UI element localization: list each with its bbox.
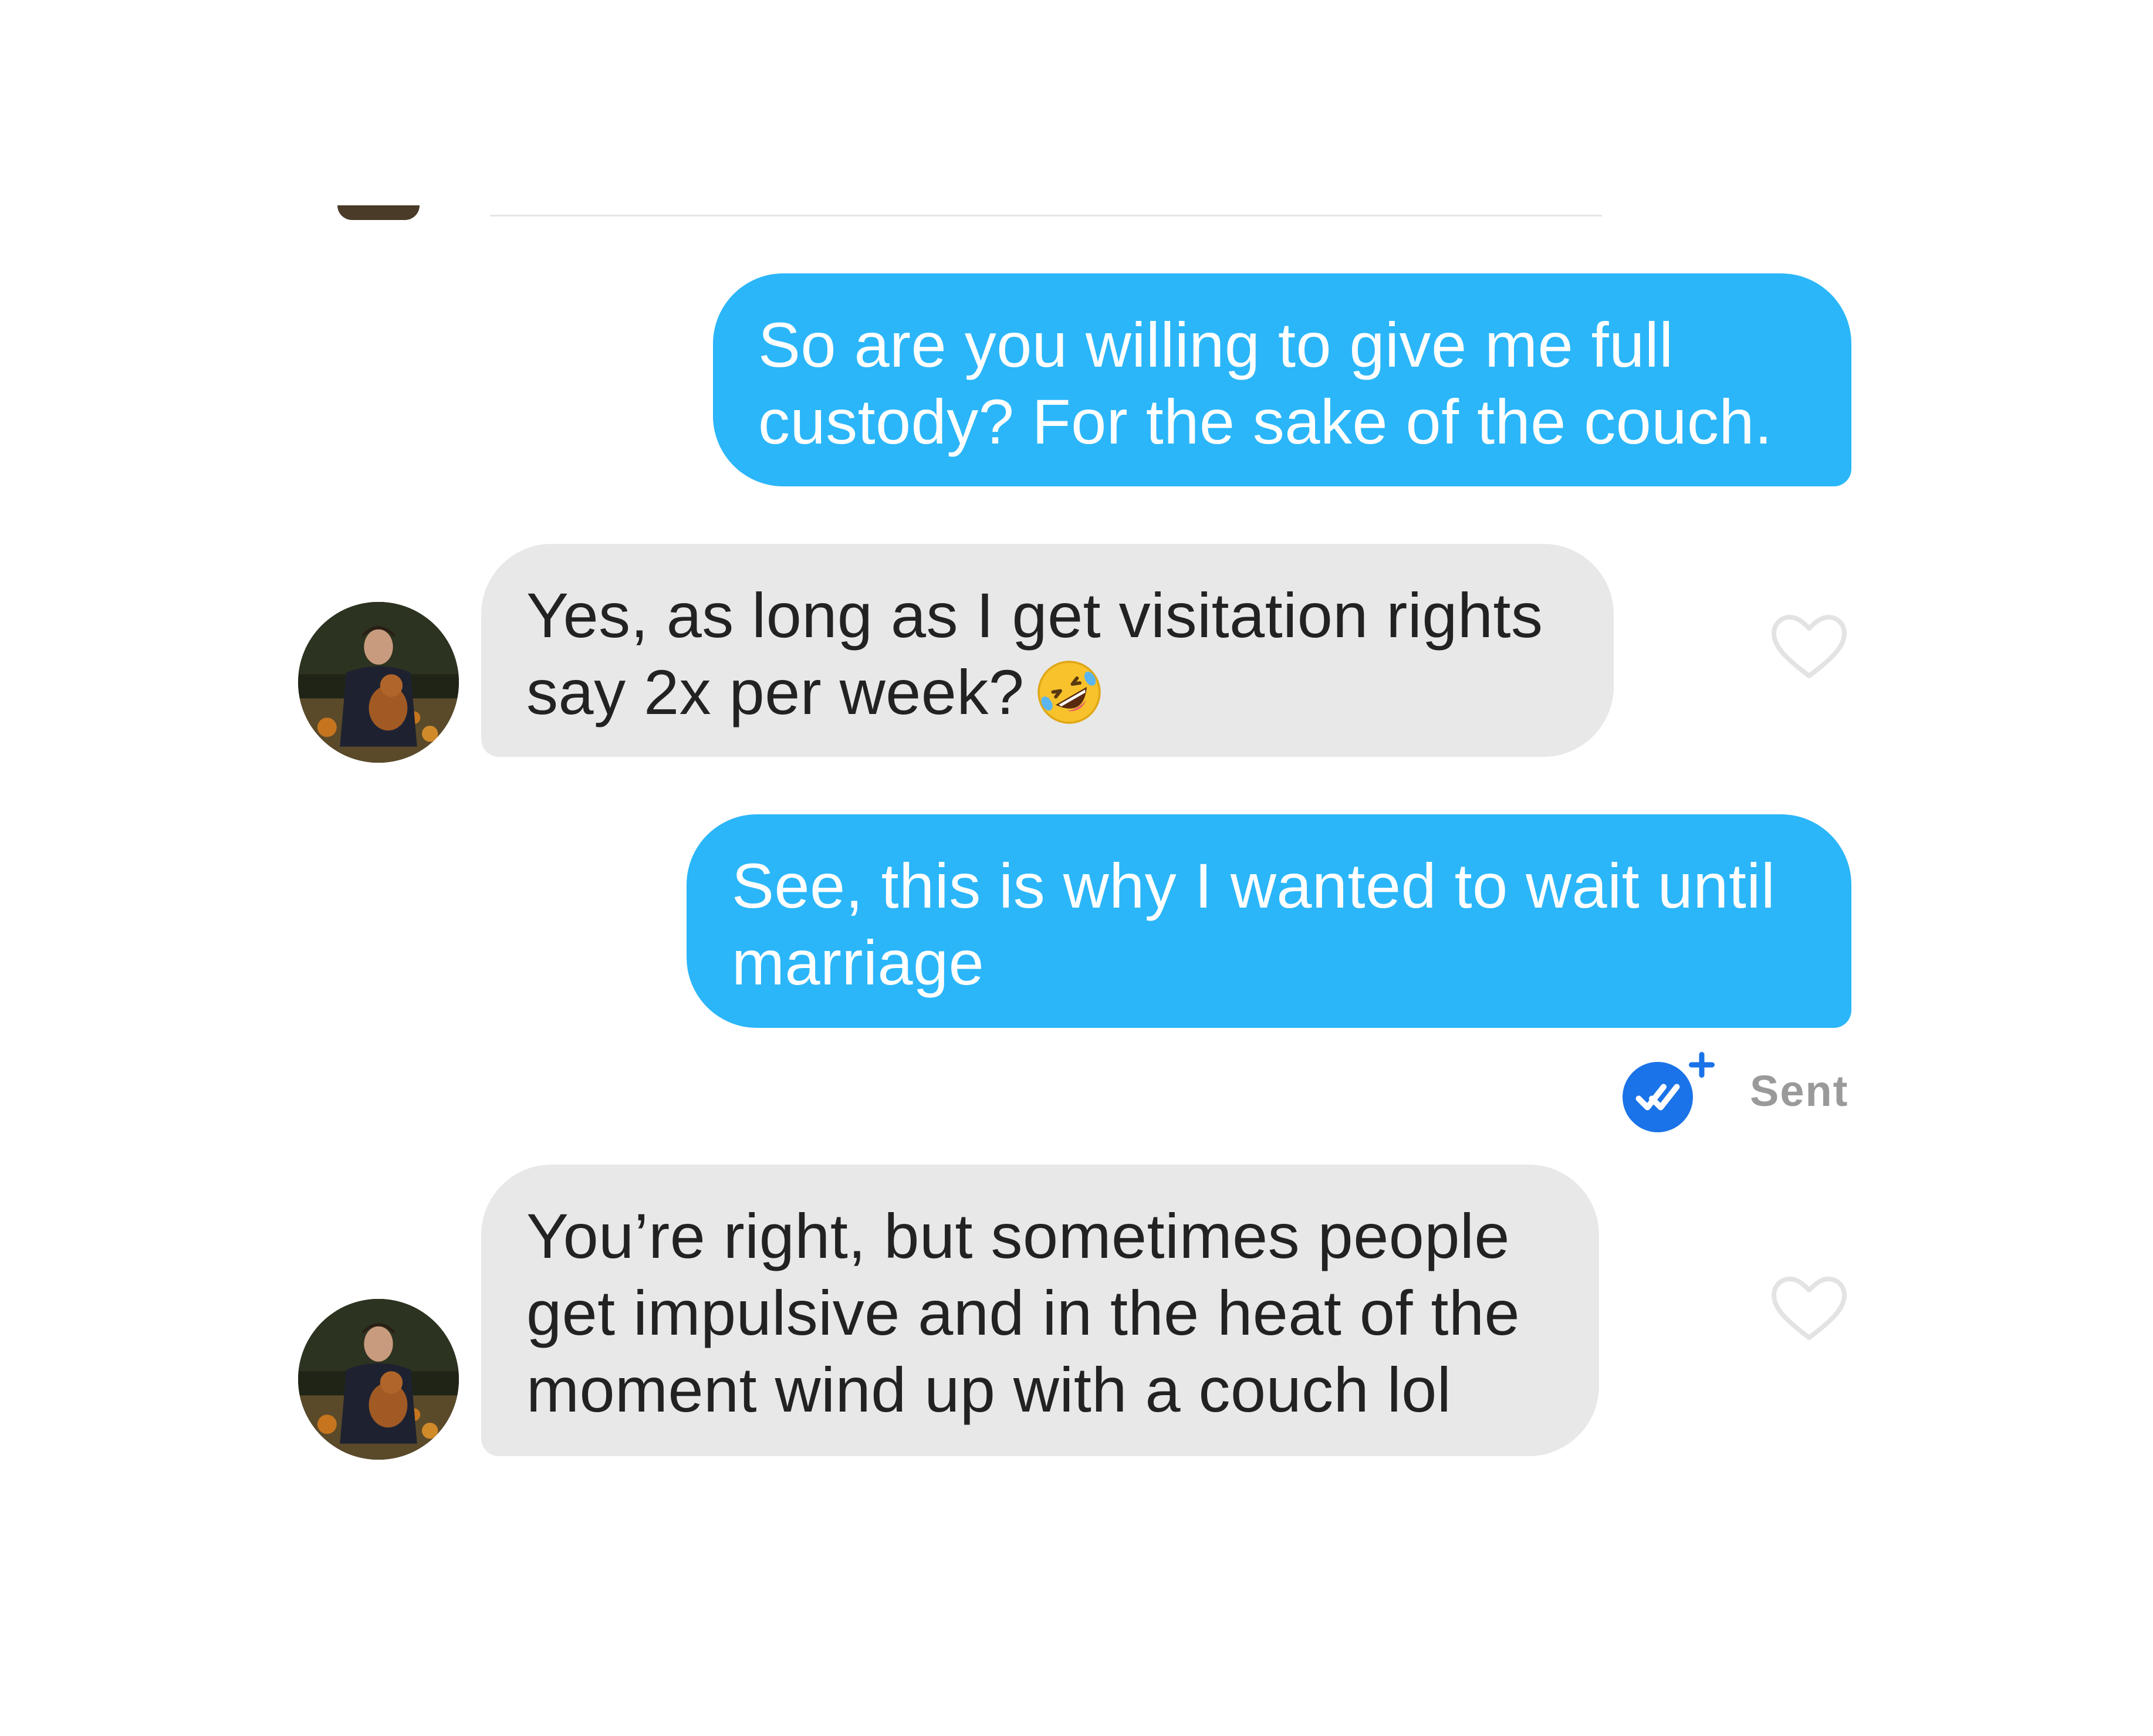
outgoing-message-bubble[interactable]: So are you willing to give me full custo… — [713, 273, 1851, 486]
rolling-on-floor-laughing-emoji — [1037, 661, 1101, 724]
message-line: See, this is why I wanted to wait until — [732, 850, 1776, 921]
chat-thread: So are you willing to give me full custo… — [0, 0, 2153, 1736]
previous-avatar-sliver — [337, 205, 420, 220]
read-receipt-plus-icon[interactable] — [1617, 1050, 1719, 1138]
outgoing-message-bubble[interactable]: See, this is why I wanted to wait until … — [687, 814, 1851, 1028]
thread-divider — [490, 215, 1602, 216]
avatar-photo — [298, 602, 459, 763]
message-status: Sent — [1750, 1067, 1849, 1115]
message-line: Yes, as long as I get visitation rights — [526, 580, 1543, 651]
message-line: You’re right, but sometimes people — [526, 1200, 1510, 1271]
message-line: say 2x per week? — [526, 657, 1025, 727]
message-line: get impulsive and in the heat of the — [526, 1277, 1520, 1348]
message-line: So are you willing to give me full — [758, 309, 1674, 380]
heart-icon[interactable] — [1771, 614, 1847, 682]
message-line: moment wind up with a couch lol — [526, 1354, 1452, 1425]
match-avatar[interactable] — [298, 602, 459, 763]
message-line: marriage — [732, 927, 985, 998]
avatar-photo — [298, 1299, 459, 1460]
incoming-message-bubble[interactable]: Yes, as long as I get visitation rights … — [481, 544, 1614, 757]
message-line-with-emoji: say 2x per week? — [526, 654, 1614, 730]
heart-icon[interactable] — [1771, 1276, 1847, 1344]
incoming-message-bubble[interactable]: You’re right, but sometimes people get i… — [481, 1165, 1599, 1456]
message-line: custody? For the sake of the couch. — [758, 386, 1773, 457]
match-avatar[interactable] — [298, 1299, 459, 1460]
